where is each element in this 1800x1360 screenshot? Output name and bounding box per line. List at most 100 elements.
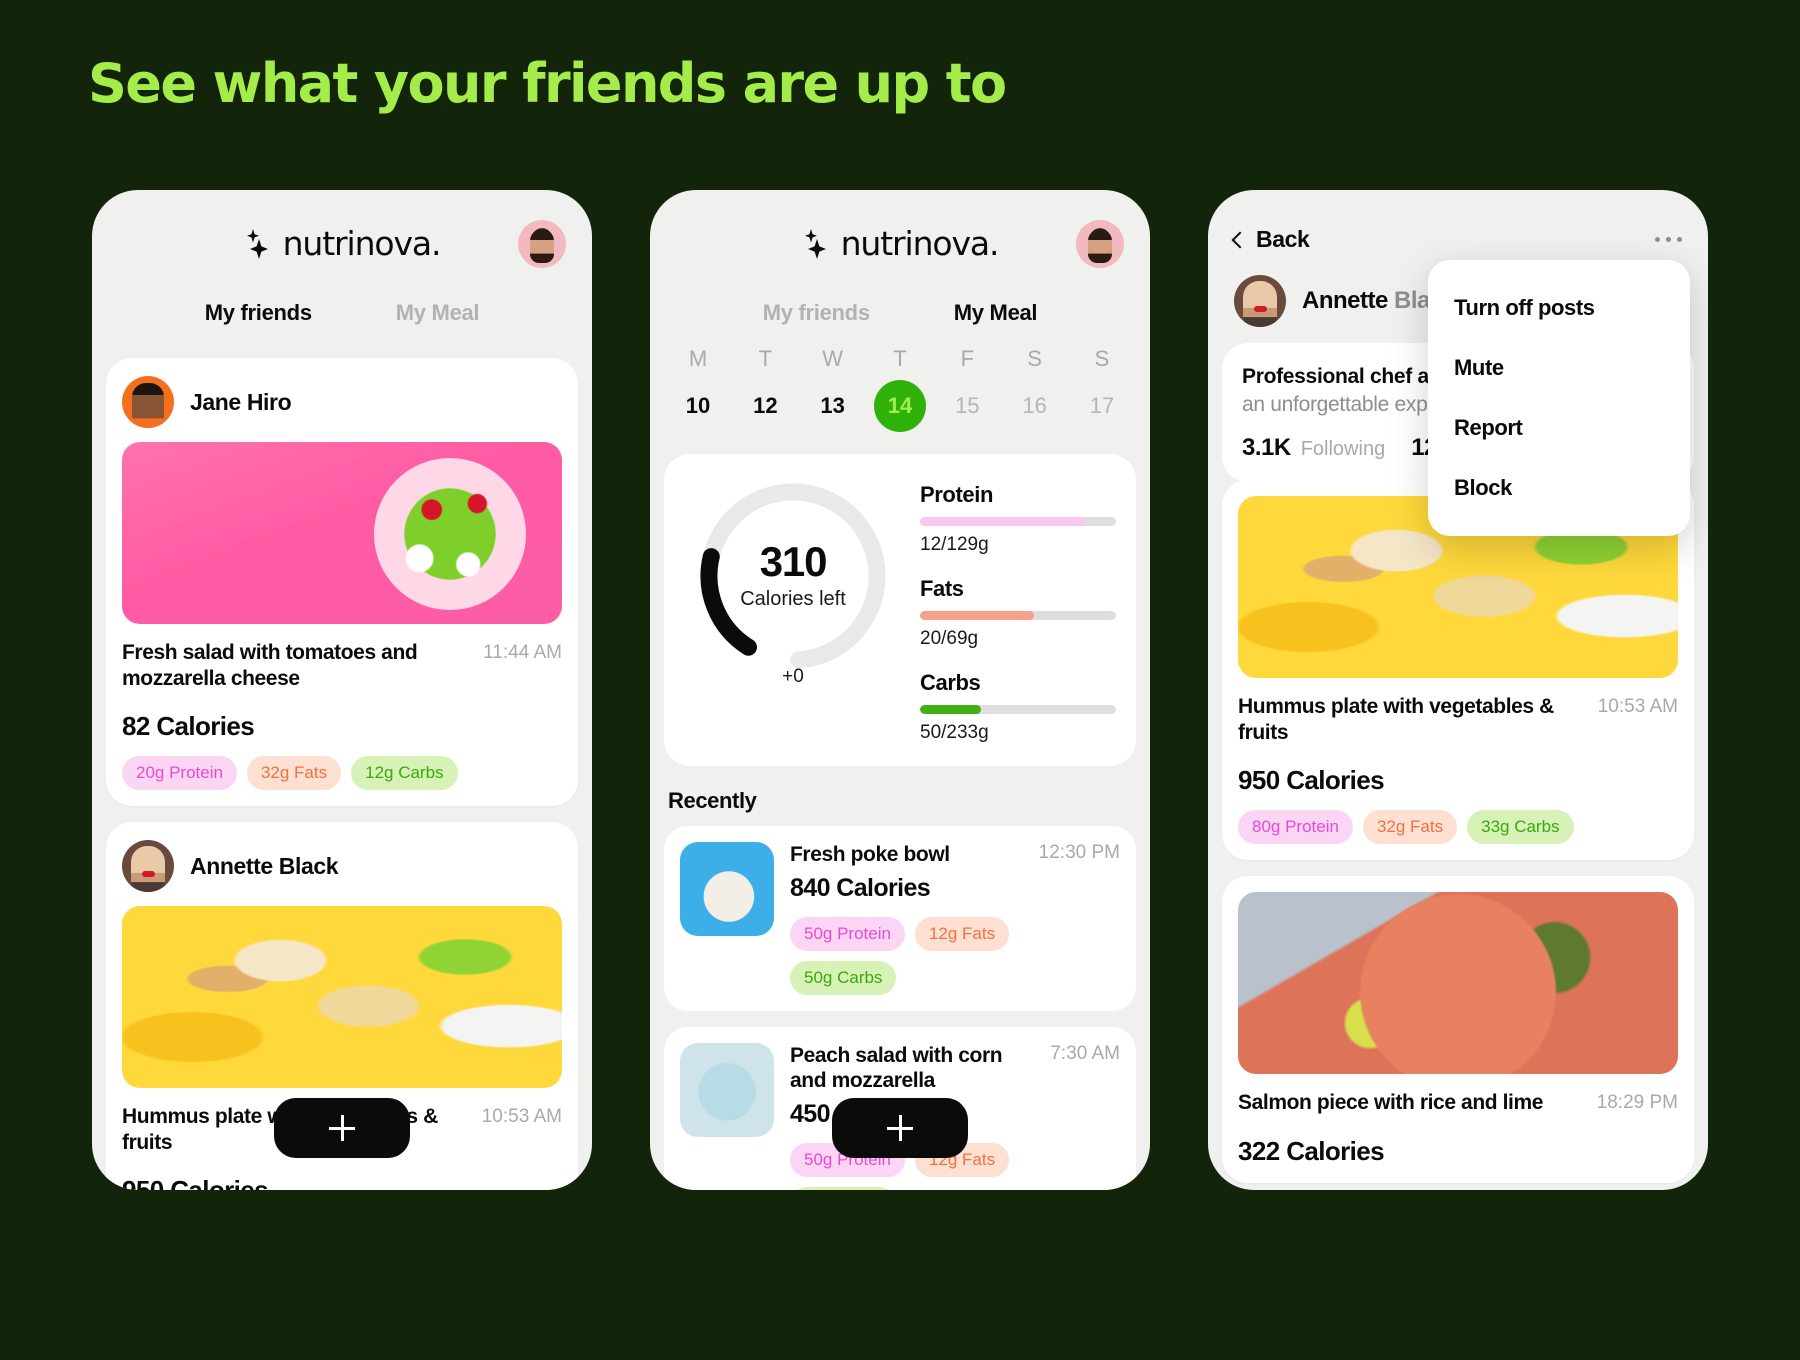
phone-screen-friends: nutrinova. My friends My Meal Jane Hiro … (92, 190, 592, 1190)
calories-left-value: 310 (759, 538, 828, 585)
post-title: Hummus plate with vegetables & fruits (1238, 695, 1554, 744)
post-meta: Fresh salad with tomatoes and mozzarella… (122, 640, 562, 691)
feed-post[interactable]: Salmon piece with rice and lime 18:29 PM… (1222, 876, 1694, 1183)
post-time: 18:29 PM (1596, 1092, 1678, 1114)
avatar[interactable] (518, 220, 566, 268)
tab-my-meal[interactable]: My Meal (396, 300, 480, 326)
menu-item-turn-off-posts[interactable]: Turn off posts (1428, 278, 1690, 338)
avatar (122, 840, 174, 893)
avatar[interactable] (1076, 220, 1124, 268)
tab-my-friends[interactable]: My friends (763, 300, 870, 326)
recent-meal-name: Peach salad with corn and mozzarella (790, 1043, 1003, 1093)
macro-tags: 50g Protein 12g Fats 50g Carbs (790, 916, 1120, 995)
feed-list[interactable]: Jane Hiro Fresh salad with tomatoes and … (92, 358, 592, 1190)
recent-meal-name: Fresh poke bowl (790, 843, 950, 866)
calories-left-label: Calories left (740, 588, 846, 610)
tag-carbs: 50g Carbs (790, 1186, 897, 1190)
tag-fats: 12g Fats (914, 916, 1010, 951)
calendar-day[interactable]: 12 (739, 380, 791, 432)
stat-following[interactable]: 3.1K Following (1242, 434, 1385, 462)
back-button[interactable]: Back (1231, 226, 1310, 253)
macro-value: 12/129g (920, 534, 989, 555)
calendar-day[interactable]: 17 (1076, 380, 1128, 432)
macro-name: Fats (920, 576, 964, 601)
post-author[interactable]: Jane Hiro (122, 374, 562, 442)
dow-label: S (1027, 346, 1042, 371)
add-meal-button[interactable] (832, 1098, 968, 1158)
post-calories: 322 Calories (1238, 1135, 1385, 1166)
feed-post[interactable]: Jane Hiro Fresh salad with tomatoes and … (106, 358, 578, 807)
daily-summary-card: 310 Calories left +0 Protein 12/129g Fat… (664, 454, 1136, 766)
tag-protein: 50g Protein (790, 916, 905, 951)
plus-icon (329, 1115, 355, 1141)
tag-carbs: 33g Carbs (1467, 810, 1574, 845)
context-menu[interactable]: Turn off posts Mute Report Block (1428, 260, 1690, 536)
poster-canvas: See what your friends are up to nutrinov… (0, 0, 1800, 1360)
macro-progress-bar (920, 705, 1116, 714)
more-dots-icon[interactable] (1655, 237, 1682, 242)
app-logo: nutrinova. (650, 224, 1150, 263)
tag-protein: 80g Protein (1238, 810, 1353, 845)
avatar (122, 376, 174, 428)
post-image (1238, 892, 1678, 1075)
calendar-day[interactable]: 13 (807, 380, 859, 432)
stat-label: Following (1300, 438, 1386, 461)
back-label: Back (1256, 226, 1310, 252)
dow-label: W (822, 346, 844, 371)
macro-carbs: Carbs 50/233g (920, 670, 1116, 744)
sparkle-icon (802, 227, 832, 261)
feed-post[interactable]: Hummus plate with vegetables & fruits 10… (1222, 480, 1694, 861)
macro-name: Carbs (920, 670, 981, 695)
menu-item-report[interactable]: Report (1428, 398, 1690, 458)
macro-tags: 80g Protein 32g Fats 33g Carbs (1238, 810, 1678, 845)
calendar-day-selected[interactable]: 14 (873, 380, 926, 432)
post-meta: Salmon piece with rice and lime 18:29 PM (1238, 1090, 1678, 1116)
macro-tags: 20g Protein 32g Fats 12g Carbs (122, 756, 562, 791)
post-title: Salmon piece with rice and lime (1238, 1091, 1544, 1115)
macro-protein: Protein 12/129g (920, 482, 1116, 556)
tag-fats: 32g Fats (1362, 810, 1458, 845)
week-calendar[interactable]: M T W T F S S 10 12 13 14 15 16 17 (650, 346, 1150, 432)
macro-value: 20/69g (920, 628, 979, 649)
post-author-name: Jane Hiro (190, 388, 292, 415)
post-calories: 950 Calories (1238, 765, 1385, 796)
tab-bar: My friends My Meal (92, 300, 592, 326)
post-calories: 950 Calories (122, 1175, 562, 1190)
menu-item-block[interactable]: Block (1428, 458, 1690, 518)
tab-my-friends[interactable]: My friends (205, 300, 312, 326)
macro-list: Protein 12/129g Fats 20/69g Carbs 50/233… (920, 476, 1116, 744)
post-author[interactable]: Annette Black (122, 838, 562, 906)
dow-label: S (1094, 346, 1110, 371)
avatar (1234, 275, 1286, 327)
calendar-dow-row: M T W T F S S (672, 346, 1128, 372)
recent-meal-item[interactable]: Fresh poke bowl 12:30 PM 840 Calories 50… (664, 826, 1136, 1011)
post-time: 10:53 AM (481, 1106, 562, 1128)
macro-progress-bar (920, 517, 1116, 526)
calendar-day[interactable]: 10 (672, 380, 724, 432)
dow-label: T (758, 346, 773, 371)
calendar-days-row: 10 12 13 14 15 16 17 (672, 380, 1128, 432)
menu-item-mute[interactable]: Mute (1428, 338, 1690, 398)
post-time: 10:53 AM (1597, 696, 1678, 717)
add-meal-button[interactable] (274, 1098, 410, 1158)
post-meta: Hummus plate with vegetables & fruits 10… (1238, 694, 1678, 745)
calendar-day[interactable]: 16 (1009, 380, 1061, 432)
meal-thumbnail (680, 1042, 774, 1137)
profile-header: Back (1208, 190, 1708, 253)
post-image (122, 442, 562, 624)
calendar-day[interactable]: 15 (941, 380, 993, 432)
app-header: nutrinova. (92, 190, 592, 286)
calorie-ring: 310 Calories left +0 (684, 476, 902, 687)
tag-carbs: 12g Carbs (351, 756, 458, 791)
tab-my-meal[interactable]: My Meal (954, 300, 1038, 326)
profile-first-name: Annette (1302, 287, 1394, 314)
phone-screen-my-meal: nutrinova. My friends My Meal M T W T F … (650, 190, 1150, 1190)
macro-fats: Fats 20/69g (920, 576, 1116, 650)
calories-extra: +0 (782, 666, 804, 687)
macro-name: Protein (920, 482, 993, 507)
dow-label: M (688, 346, 708, 371)
profile-feed[interactable]: Hummus plate with vegetables & fruits 10… (1208, 480, 1708, 1190)
post-image (122, 906, 562, 1089)
tag-carbs: 50g Carbs (790, 960, 897, 995)
post-calories: 82 Calories (122, 711, 255, 742)
